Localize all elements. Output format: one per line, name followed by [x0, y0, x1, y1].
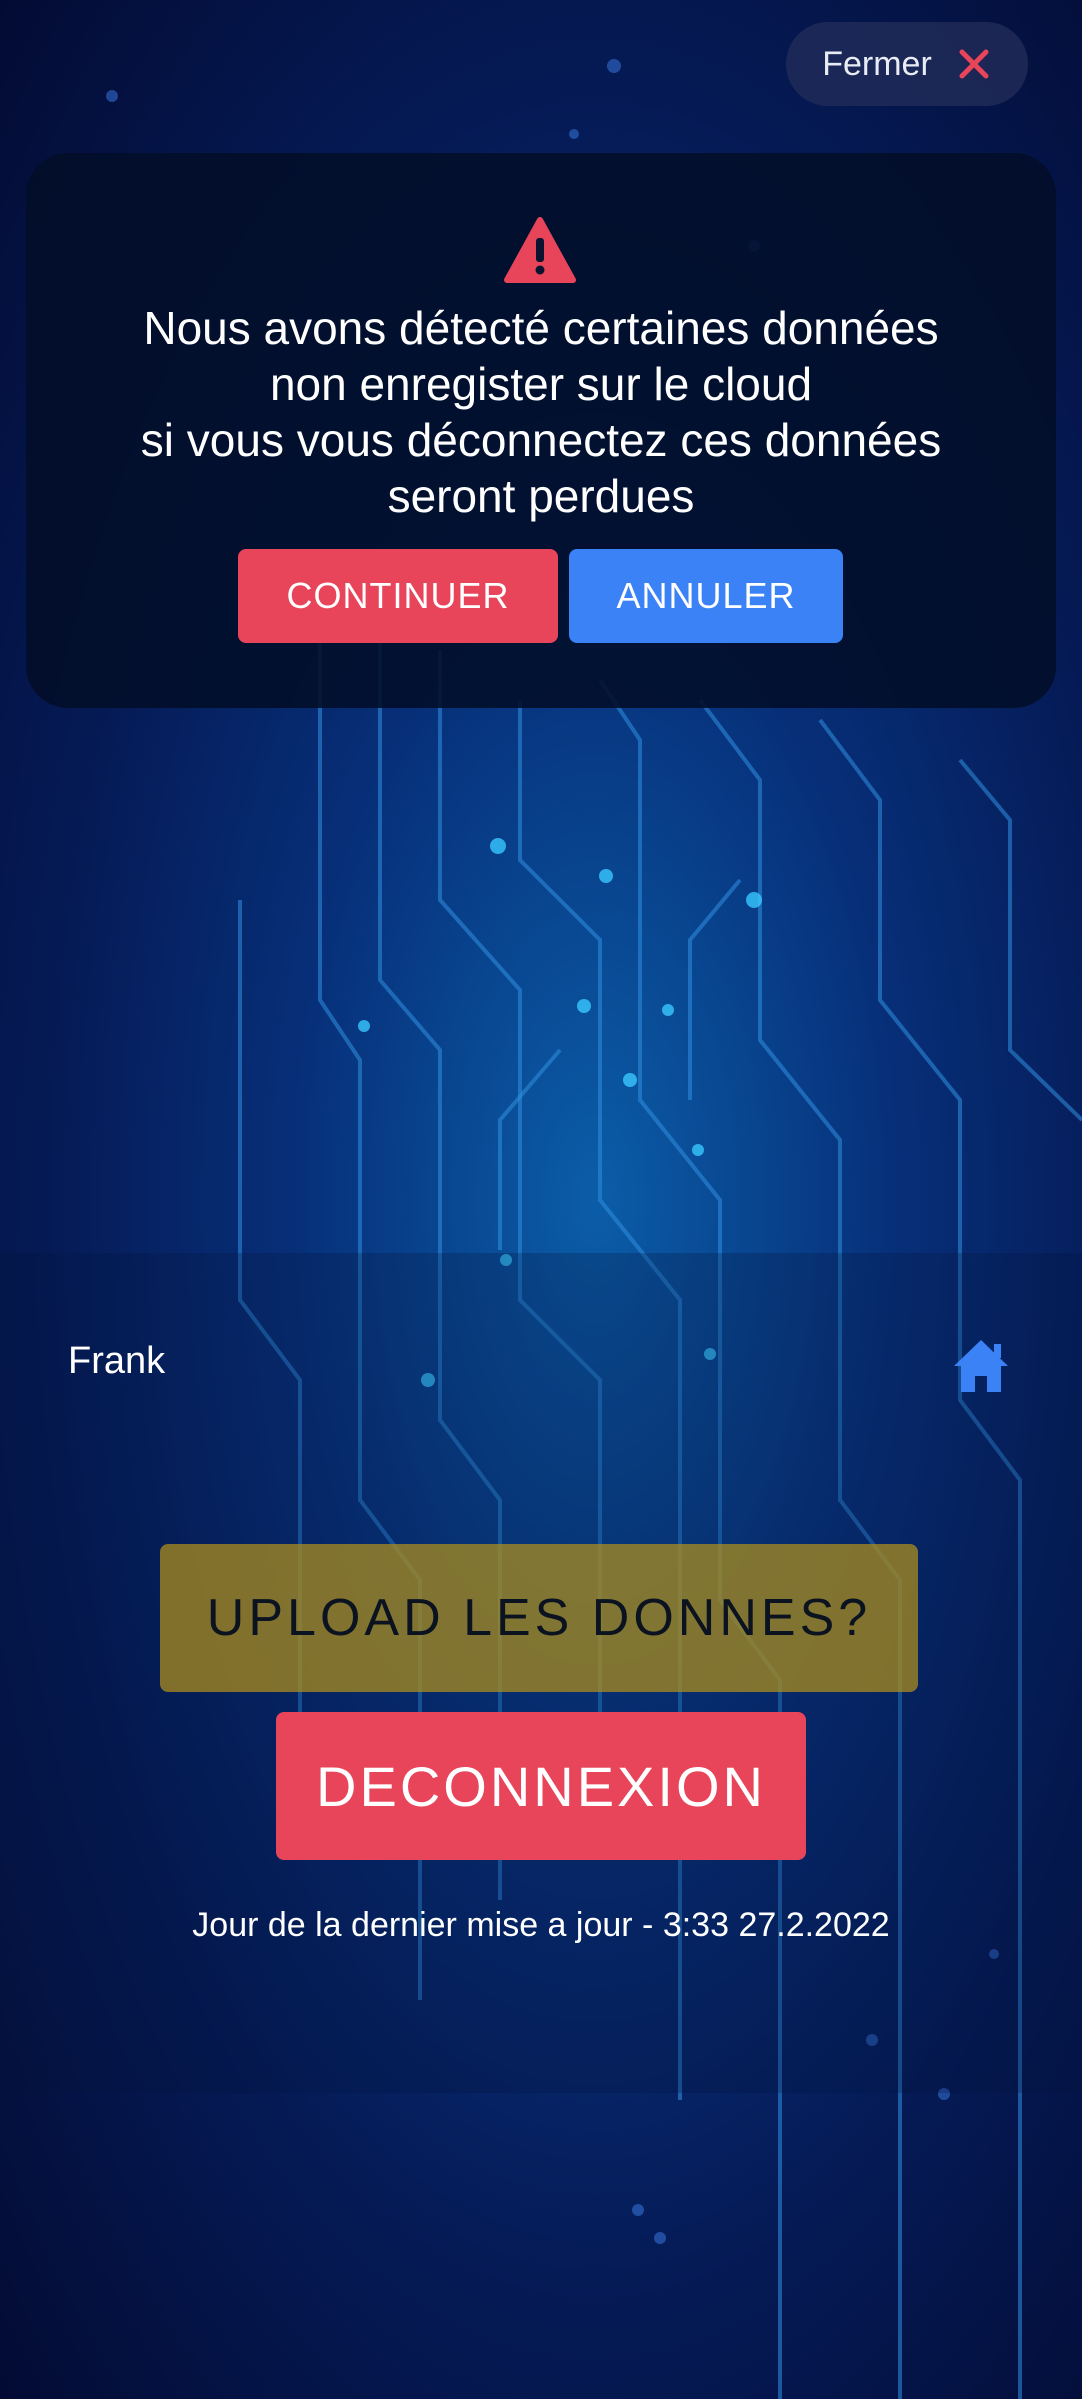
- upload-data-button[interactable]: UPLOAD LES DONNES?: [160, 1544, 918, 1692]
- last-update-text: Jour de la dernier mise a jour - 3:33 27…: [192, 1906, 890, 1944]
- close-button[interactable]: Fermer: [786, 22, 1028, 106]
- user-name: Frank: [68, 1340, 166, 1382]
- alert-line: Nous avons détecté certaines données: [143, 302, 939, 354]
- continue-button[interactable]: CONTINUER: [238, 549, 558, 643]
- cancel-button[interactable]: ANNULER: [569, 549, 843, 643]
- alert-line: seront perdues: [387, 470, 695, 522]
- close-label: Fermer: [822, 44, 932, 83]
- alert-line: non enregister sur le cloud: [269, 358, 813, 410]
- alert-message: Nous avons détecté certaines données non…: [26, 300, 1056, 524]
- close-x-icon: [959, 49, 989, 79]
- alert-line: si vous vous déconnectez ces données: [140, 414, 942, 466]
- logout-button[interactable]: DECONNEXION: [276, 1712, 806, 1860]
- home-icon[interactable]: [950, 1336, 1012, 1394]
- warning-triangle-icon: [504, 217, 576, 283]
